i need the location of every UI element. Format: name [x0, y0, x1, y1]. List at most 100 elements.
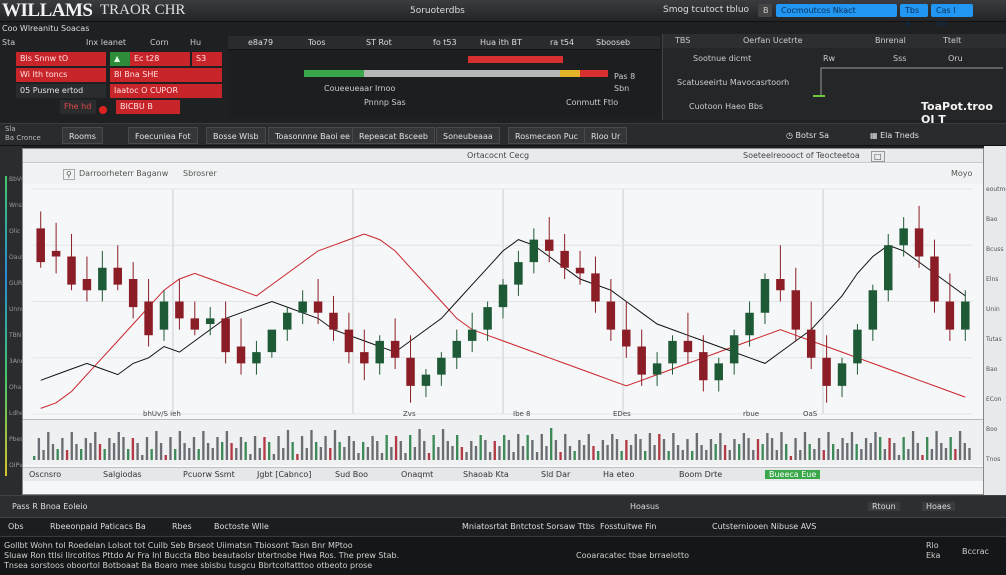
- volume-bar: [239, 437, 243, 460]
- volume-bar: [756, 439, 760, 460]
- ticker-item[interactable]: ra t54: [550, 38, 574, 47]
- toolbar-button[interactable]: Soneubeaaa: [436, 127, 500, 144]
- order-bar-item[interactable]: Rtoun: [868, 502, 900, 511]
- order-cell[interactable]: ▲: [110, 52, 130, 66]
- status-item[interactable]: Ha eteo: [603, 470, 634, 479]
- ticker-bar: e8a79 Toos ST Rot fo t53 Hua ith BT ra t…: [228, 36, 660, 50]
- volume-bar: [822, 450, 825, 460]
- volume-bar: [535, 452, 539, 460]
- status-item-highlight[interactable]: Bueeca Eue: [765, 470, 821, 479]
- status-item[interactable]: Oscnsro: [29, 470, 61, 479]
- volume-bar: [268, 442, 271, 460]
- chart-header: Ortacocnt Cecg Soeteelreoooct of Teoctee…: [23, 149, 983, 163]
- panel-tab[interactable]: Fosstuitwe Fin: [600, 522, 656, 531]
- status-item[interactable]: Shaoab Kta: [463, 470, 509, 479]
- right-axis-label: Bao: [986, 216, 998, 223]
- quote-label: Conmutt Ftlo: [566, 98, 619, 107]
- record-dot-icon[interactable]: [98, 100, 110, 114]
- order-cell[interactable]: Wi Ith toncs: [16, 68, 106, 82]
- candle-body: [51, 250, 61, 257]
- order-row[interactable]: Fhe hd BICBU B: [0, 100, 225, 114]
- toolbar-button[interactable]: ▦ Ela Tneds: [864, 127, 925, 144]
- candle-body: [267, 329, 277, 353]
- order-cell[interactable]: Iaatoc O CUPOR: [110, 84, 222, 98]
- search-icon[interactable]: ⚲: [63, 169, 75, 180]
- volume-bar: [65, 450, 69, 460]
- panel-tab[interactable]: Cutsterniooen Nibuse AVS: [712, 522, 816, 531]
- price-chart[interactable]: bhUv/S ieh Zvs Ibe 8 EDes rbue OaS: [23, 184, 983, 419]
- volume-bar: [98, 444, 102, 460]
- order-cell[interactable]: Bl Bna SHE: [110, 68, 222, 82]
- right-tab[interactable]: Oerfan Ucetrte: [743, 36, 803, 45]
- left-indicator-strip: BbVs Wns Olic Oaut GUR Unns TBN 3Ann Oha Ldhe Pbes…: [0, 146, 25, 496]
- volume-bar: [310, 430, 313, 460]
- order-cell[interactable]: S3: [192, 52, 222, 66]
- status-item[interactable]: Sld Dar: [541, 470, 570, 479]
- order-cell[interactable]: BICBU B: [116, 100, 180, 114]
- order-cell[interactable]: Bls Snnw tO: [16, 52, 106, 66]
- ticker-item[interactable]: ST Rot: [366, 38, 392, 47]
- volume-bar: [864, 438, 868, 460]
- volume-bar: [916, 443, 919, 460]
- volume-bar: [907, 449, 910, 460]
- header-icon-button[interactable]: B: [758, 4, 772, 17]
- volume-bar: [319, 447, 323, 460]
- order-bar-item[interactable]: Hoaes: [922, 502, 955, 511]
- candle-body: [313, 301, 323, 313]
- candle-body: [884, 245, 893, 291]
- ticker-item[interactable]: Sbooseb: [596, 38, 630, 47]
- panel-tab[interactable]: Rbeeonpaid Paticacs Ba: [50, 522, 146, 531]
- toolbar-button[interactable]: ◷ Botsr Sa: [780, 127, 835, 144]
- toolbar-button[interactable]: Toasonnne Baoi ee: [268, 127, 357, 144]
- left-axis-label: TBN: [9, 332, 22, 339]
- status-item[interactable]: Salgiodas: [103, 470, 142, 479]
- ticker-item[interactable]: Hua ith BT: [480, 38, 522, 47]
- header-primary-button[interactable]: Cocmoutcos Nkact: [776, 4, 897, 17]
- right-tab[interactable]: TBS: [675, 36, 690, 45]
- ticker-item[interactable]: e8a79: [248, 38, 273, 47]
- order-bar-item[interactable]: Hoasus: [630, 502, 659, 511]
- status-item[interactable]: Onaqmt: [401, 470, 433, 479]
- header-tab-button-3[interactable]: Cas I tro: [931, 4, 973, 28]
- order-cell[interactable]: Ec t28: [130, 52, 190, 66]
- toolbar-button[interactable]: Rloo Ur: [584, 127, 628, 144]
- toolbar-button[interactable]: Bosse Wlsb: [206, 127, 266, 144]
- volume-bar: [667, 451, 670, 460]
- order-bar-item[interactable]: Pass R Bnoa Eoleio: [12, 502, 87, 511]
- header-tab-button-2[interactable]: Tbs a: [900, 4, 928, 28]
- volume-bar: [131, 438, 135, 460]
- volume-bar: [606, 445, 609, 460]
- right-axis-label: eoutmo: [986, 186, 1006, 193]
- account-item: Corn: [150, 38, 169, 47]
- right-tab[interactable]: Bnrenal: [875, 36, 906, 45]
- panel-tab[interactable]: Rbes: [172, 522, 192, 531]
- order-row[interactable]: Bls Snnw tO ▲ Ec t28 S3: [0, 52, 225, 66]
- volume-bar: [423, 441, 426, 460]
- status-item[interactable]: Jgbt [Cabnco]: [257, 470, 311, 479]
- order-cell[interactable]: 05 Pusme ertod: [16, 84, 106, 98]
- toolbar-button[interactable]: Rooms: [62, 127, 103, 144]
- status-item[interactable]: Pcuorw Ssmt: [183, 470, 235, 479]
- order-row[interactable]: 05 Pusme ertod Iaatoc O CUPOR: [0, 84, 225, 98]
- volume-bar: [324, 436, 327, 460]
- panel-tab[interactable]: Boctoste Wlle: [214, 522, 269, 531]
- ticker-item[interactable]: fo t53: [433, 38, 457, 47]
- top-banner: WILLAMS TRAOR CHR 5oruoterdbs Smog tcuto…: [0, 0, 1006, 28]
- candle-body: [822, 357, 831, 386]
- order-row[interactable]: Wi Ith toncs Bl Bna SHE: [0, 68, 225, 82]
- volume-bar: [465, 452, 468, 460]
- panel-tab[interactable]: Mniatosrtat Bntctost Sorsaw Ttbs: [462, 522, 595, 531]
- right-tab[interactable]: Ttelt: [943, 36, 961, 45]
- toolbar-button[interactable]: Rosmecaon Puc: [508, 127, 585, 144]
- ticker-item[interactable]: Toos: [308, 38, 325, 47]
- panel-tab[interactable]: Obs: [8, 522, 24, 531]
- toolbar-button[interactable]: Repeacat Bsceeb: [352, 127, 435, 144]
- volume-bar: [33, 456, 36, 460]
- toolbar-button[interactable]: Foecuniea Fot: [128, 127, 198, 144]
- volume-bar: [333, 430, 337, 460]
- order-cell[interactable]: Fhe hd: [60, 100, 96, 114]
- status-item[interactable]: Boom Drte: [679, 470, 722, 479]
- chart-header-button[interactable]: □: [871, 151, 885, 162]
- status-item[interactable]: Sud Boo: [335, 470, 368, 479]
- volume-bar: [253, 436, 257, 460]
